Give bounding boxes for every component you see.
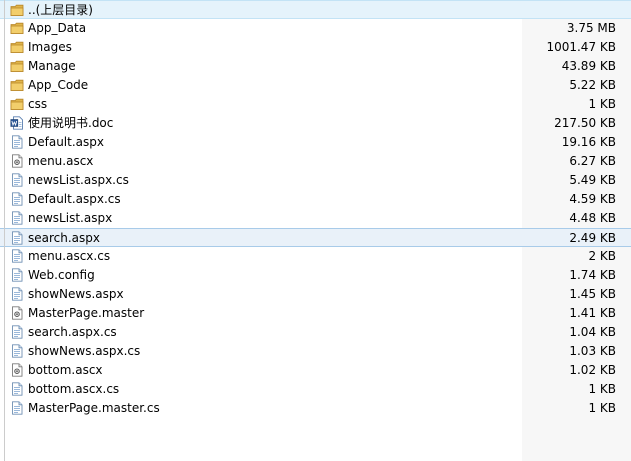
file-row[interactable]: App_Data 3.75 MB: [0, 19, 631, 38]
settings-document-icon: [10, 154, 24, 168]
file-name: search.aspx.cs: [28, 325, 117, 339]
file-row[interactable]: showNews.aspx 1.45 KB: [0, 285, 631, 304]
folder-icon: [10, 3, 24, 17]
file-row[interactable]: bottom.ascx 1.02 KB: [0, 361, 631, 380]
file-row[interactable]: Web.config 1.74 KB: [0, 266, 631, 285]
document-icon: [10, 211, 24, 225]
list-left-border: [4, 0, 5, 461]
document-icon: [10, 231, 24, 245]
file-row[interactable]: search.aspx.cs 1.04 KB: [0, 323, 631, 342]
settings-document-icon: [10, 363, 24, 377]
document-icon: [10, 192, 24, 206]
file-size: 3.75 MB: [566, 21, 616, 35]
file-name: search.aspx: [28, 231, 100, 245]
file-row[interactable]: newsList.aspx 4.48 KB: [0, 209, 631, 228]
file-size: 1.02 KB: [569, 363, 616, 377]
file-list[interactable]: ..(上层目录) App_Data 3.75 MB Images 1001.47…: [0, 0, 631, 461]
document-icon: [10, 287, 24, 301]
document-icon: [10, 344, 24, 358]
file-row[interactable]: Images 1001.47 KB: [0, 38, 631, 57]
file-size: 1.41 KB: [569, 306, 616, 320]
file-row[interactable]: ..(上层目录): [0, 0, 631, 19]
file-size: 6.27 KB: [569, 154, 616, 168]
folder-icon: [10, 78, 24, 92]
file-name: ..(上层目录): [28, 3, 93, 17]
file-row[interactable]: 使用说明书.doc 217.50 KB: [0, 114, 631, 133]
file-name: MasterPage.master.cs: [28, 401, 160, 415]
file-name: Web.config: [28, 268, 95, 282]
file-name: Default.aspx: [28, 135, 104, 149]
file-row[interactable]: css 1 KB: [0, 95, 631, 114]
file-name: menu.ascx.cs: [28, 249, 111, 263]
file-name: newsList.aspx.cs: [28, 173, 129, 187]
file-size: 4.59 KB: [569, 192, 616, 206]
file-name: App_Code: [28, 78, 89, 92]
file-size: 2 KB: [588, 249, 616, 263]
file-size: 4.48 KB: [569, 211, 616, 225]
file-row[interactable]: MasterPage.master.cs 1 KB: [0, 399, 631, 418]
file-name: App_Data: [28, 21, 87, 35]
file-size: 2.49 KB: [569, 231, 616, 245]
document-icon: [10, 325, 24, 339]
file-row[interactable]: menu.ascx.cs 2 KB: [0, 247, 631, 266]
document-icon: [10, 249, 24, 263]
folder-icon: [10, 40, 24, 54]
file-name: bottom.ascx: [28, 363, 103, 377]
file-size: 43.89 KB: [561, 59, 616, 73]
file-size: 1 KB: [588, 97, 616, 111]
file-row[interactable]: menu.ascx 6.27 KB: [0, 152, 631, 171]
file-name: 使用说明书.doc: [28, 116, 114, 130]
document-icon: [10, 135, 24, 149]
file-name: Default.aspx.cs: [28, 192, 121, 206]
document-icon: [10, 382, 24, 396]
file-row[interactable]: MasterPage.master 1.41 KB: [0, 304, 631, 323]
file-size: 5.22 KB: [569, 78, 616, 92]
file-size: 1.74 KB: [569, 268, 616, 282]
document-icon: [10, 268, 24, 282]
file-name: Images: [28, 40, 72, 54]
document-icon: [10, 401, 24, 415]
file-size: 5.49 KB: [569, 173, 616, 187]
file-name: showNews.aspx.cs: [28, 344, 141, 358]
file-name: menu.ascx: [28, 154, 94, 168]
file-row[interactable]: Default.aspx 19.16 KB: [0, 133, 631, 152]
file-name: newsList.aspx: [28, 211, 113, 225]
settings-document-icon: [10, 306, 24, 320]
file-size: 1001.47 KB: [546, 40, 616, 54]
folder-icon: [10, 97, 24, 111]
file-row[interactable]: Default.aspx.cs 4.59 KB: [0, 190, 631, 209]
folder-icon: [10, 59, 24, 73]
file-name: Manage: [28, 59, 76, 73]
word-document-icon: [10, 116, 24, 130]
file-size: 217.50 KB: [554, 116, 616, 130]
folder-icon: [10, 21, 24, 35]
file-row[interactable]: newsList.aspx.cs 5.49 KB: [0, 171, 631, 190]
file-size: 19.16 KB: [561, 135, 616, 149]
file-row[interactable]: search.aspx 2.49 KB: [0, 228, 631, 247]
file-size: 1.04 KB: [569, 325, 616, 339]
file-rows: ..(上层目录) App_Data 3.75 MB Images 1001.47…: [0, 0, 631, 418]
file-row[interactable]: App_Code 5.22 KB: [0, 76, 631, 95]
file-row[interactable]: Manage 43.89 KB: [0, 57, 631, 76]
file-row[interactable]: bottom.ascx.cs 1 KB: [0, 380, 631, 399]
file-size: 1 KB: [588, 401, 616, 415]
file-size: 1 KB: [588, 382, 616, 396]
file-name: bottom.ascx.cs: [28, 382, 120, 396]
file-row[interactable]: showNews.aspx.cs 1.03 KB: [0, 342, 631, 361]
file-name: showNews.aspx: [28, 287, 124, 301]
file-name: css: [28, 97, 48, 111]
file-size: 1.03 KB: [569, 344, 616, 358]
document-icon: [10, 173, 24, 187]
file-size: 1.45 KB: [569, 287, 616, 301]
file-name: MasterPage.master: [28, 306, 145, 320]
